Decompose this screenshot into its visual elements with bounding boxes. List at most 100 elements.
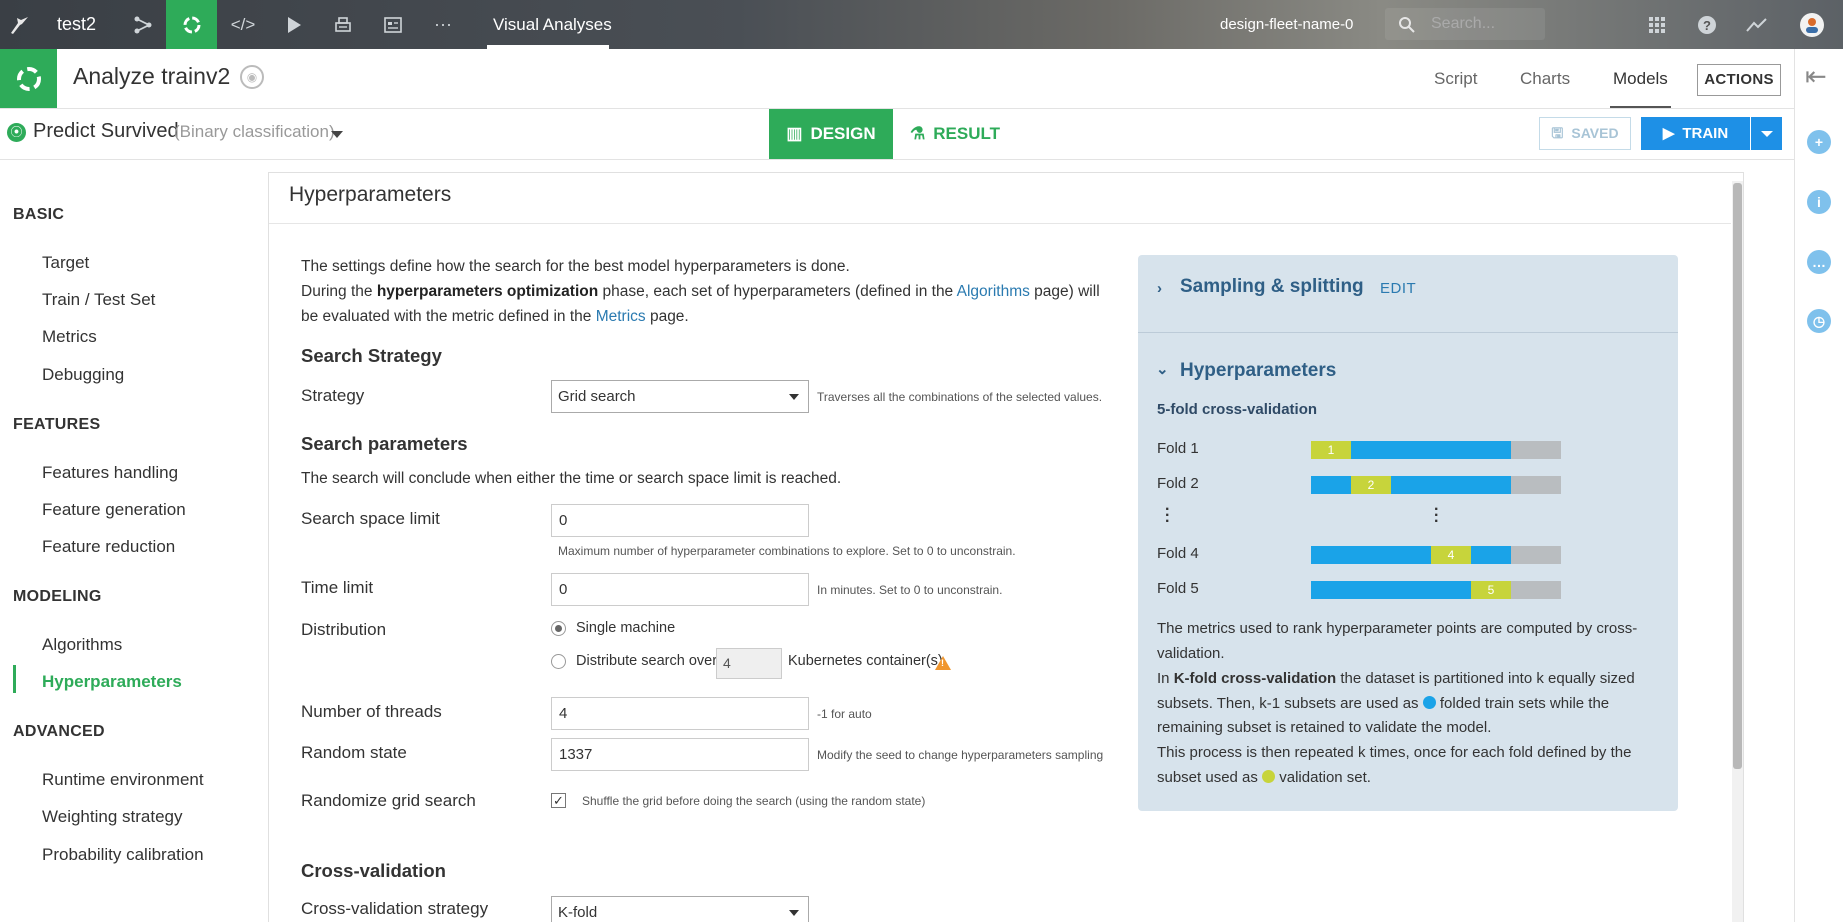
divider: [269, 223, 1731, 224]
play-icon[interactable]: [277, 0, 311, 49]
sidebar-item-target[interactable]: Target: [42, 253, 89, 273]
cv-strategy-select[interactable]: K-fold: [551, 896, 809, 922]
train-segment: [1311, 581, 1471, 599]
sidebar-item-algorithms[interactable]: Algorithms: [42, 635, 122, 655]
container-count-input[interactable]: 4: [716, 648, 782, 679]
sampling-splitting-title[interactable]: Sampling & splitting: [1180, 276, 1364, 298]
metrics-link[interactable]: Metrics: [596, 308, 646, 325]
strategy-select[interactable]: Grid search: [551, 380, 809, 413]
chat-icon[interactable]: …: [1807, 250, 1831, 274]
panel-title: Hyperparameters: [289, 183, 452, 206]
sidebar-item-hyperparameters[interactable]: Hyperparameters: [42, 672, 182, 692]
test-segment: [1511, 546, 1561, 564]
cv-strategy-label: Cross-validation strategy: [301, 899, 489, 918]
randomize-grid-checkbox[interactable]: ✓: [551, 793, 566, 808]
top-navbar: test2 </> ··· Visual Analyses design-fle…: [0, 0, 1843, 49]
dataiku-bird-logo[interactable]: [0, 0, 40, 49]
sidebar-section-modeling: MODELING: [13, 588, 102, 605]
actions-button[interactable]: ACTIONS: [1697, 64, 1781, 96]
clock-icon[interactable]: ◷: [1807, 309, 1831, 333]
random-state-label: Random state: [301, 743, 407, 762]
edit-sampling-link[interactable]: EDIT: [1380, 280, 1416, 297]
save-icon: 🖫: [1551, 125, 1564, 141]
search-space-limit-input[interactable]: 0: [551, 504, 809, 537]
tab-script[interactable]: Script: [1434, 49, 1477, 108]
sidebar-item-debugging[interactable]: Debugging: [42, 365, 124, 385]
result-label: RESULT: [933, 124, 1000, 143]
tab-models[interactable]: Models: [1610, 49, 1671, 108]
sampling-info-card: › Sampling & splitting EDIT ⌄ Hyperparam…: [1138, 255, 1678, 811]
train-dot-icon: [1422, 695, 1436, 709]
user-avatar[interactable]: [1792, 0, 1832, 49]
section-title[interactable]: Visual Analyses: [493, 0, 612, 49]
algorithms-link[interactable]: Algorithms: [957, 283, 1030, 300]
search-strategy-heading: Search Strategy: [301, 345, 442, 366]
lab-icon[interactable]: [166, 0, 217, 49]
sidebar-section-features: FEATURES: [13, 416, 101, 433]
time-limit-input[interactable]: 0: [551, 573, 809, 606]
trending-icon[interactable]: [1742, 0, 1772, 49]
chevron-right-icon[interactable]: ›: [1157, 280, 1162, 297]
task-type[interactable]: (Binary classification): [174, 122, 335, 142]
sidebar-item-train-test-set[interactable]: Train / Test Set: [42, 290, 155, 310]
svg-text:?: ?: [1703, 18, 1711, 33]
sidebar-item-features-handling[interactable]: Features handling: [42, 463, 178, 483]
distribution-label: Distribution: [301, 620, 387, 639]
info-icon[interactable]: i: [1807, 190, 1831, 214]
sidebar-item-feature-reduction[interactable]: Feature reduction: [42, 537, 175, 557]
sidebar-item-runtime-environment[interactable]: Runtime environment: [42, 770, 204, 790]
tab-charts[interactable]: Charts: [1520, 49, 1570, 108]
search-icon: [1392, 0, 1422, 49]
distribute-search-label: Distribute search over: [576, 653, 718, 669]
compass-icon[interactable]: ◉: [240, 65, 264, 89]
help-icon[interactable]: ?: [1692, 0, 1722, 49]
threads-input[interactable]: 4: [551, 697, 809, 730]
validation-segment: 1: [1311, 441, 1351, 459]
train-segment: [1471, 546, 1511, 564]
random-state-input[interactable]: 1337: [551, 738, 809, 771]
search-parameters-heading: Search parameters: [301, 433, 468, 454]
sidebar-item-weighting-strategy[interactable]: Weighting strategy: [42, 807, 182, 827]
page-title: Analyze trainv2: [73, 63, 231, 89]
train-segment: [1351, 441, 1511, 459]
more-icon[interactable]: ···: [426, 0, 460, 49]
sidebar-item-probability-calibration[interactable]: Probability calibration: [42, 845, 204, 865]
single-machine-label: Single machine: [576, 620, 676, 636]
chevron-down-icon[interactable]: [331, 131, 343, 138]
scrollbar-thumb[interactable]: [1733, 183, 1742, 769]
train-button[interactable]: ▶ TRAIN: [1641, 117, 1750, 150]
code-icon[interactable]: </>: [226, 0, 260, 49]
hyperparameters-card-title[interactable]: Hyperparameters: [1180, 360, 1336, 382]
task-title[interactable]: Predict Survived: [33, 120, 179, 143]
print-icon[interactable]: [326, 0, 360, 49]
apps-grid-icon[interactable]: [1642, 0, 1672, 49]
analysis-icon: [0, 49, 57, 108]
fold-label: Fold 4: [1157, 545, 1199, 562]
dashboard-icon[interactable]: [376, 0, 410, 49]
fold-bar: 4: [1311, 546, 1561, 564]
sidebar-item-metrics[interactable]: Metrics: [42, 327, 97, 347]
time-limit-hint: In minutes. Set to 0 to unconstrain.: [817, 583, 1003, 597]
validation-segment: 2: [1351, 476, 1391, 494]
saved-button[interactable]: 🖫 SAVED: [1539, 117, 1631, 150]
cv-explanation-2: In K-fold cross-validation the dataset i…: [1157, 667, 1662, 741]
kubernetes-label: Kubernetes container(s): [788, 653, 943, 669]
result-tab-button[interactable]: ⚗ RESULT: [893, 109, 1017, 159]
cv-text: This process is then repeated k times, o…: [1157, 744, 1632, 786]
sidebar-item-feature-generation[interactable]: Feature generation: [42, 500, 186, 520]
flow-icon[interactable]: [125, 0, 160, 49]
project-name[interactable]: test2: [57, 0, 96, 49]
chevron-down-icon[interactable]: ⌄: [1156, 360, 1169, 378]
warning-icon[interactable]: [935, 656, 951, 670]
sidebar-section-basic: BASIC: [13, 206, 65, 223]
test-segment: [1511, 581, 1561, 599]
plus-icon[interactable]: +: [1807, 130, 1831, 154]
intro-bold: hyperparameters optimization: [376, 283, 599, 300]
arrow-left-icon[interactable]: ⇤: [1805, 61, 1827, 92]
single-machine-radio[interactable]: [551, 621, 566, 636]
train-dropdown-button[interactable]: [1751, 117, 1782, 150]
design-tab-button[interactable]: ▥ DESIGN: [769, 109, 893, 159]
sidebar-section-advanced: ADVANCED: [13, 723, 105, 740]
distribute-search-radio[interactable]: [551, 654, 566, 669]
design-label: DESIGN: [810, 124, 876, 143]
